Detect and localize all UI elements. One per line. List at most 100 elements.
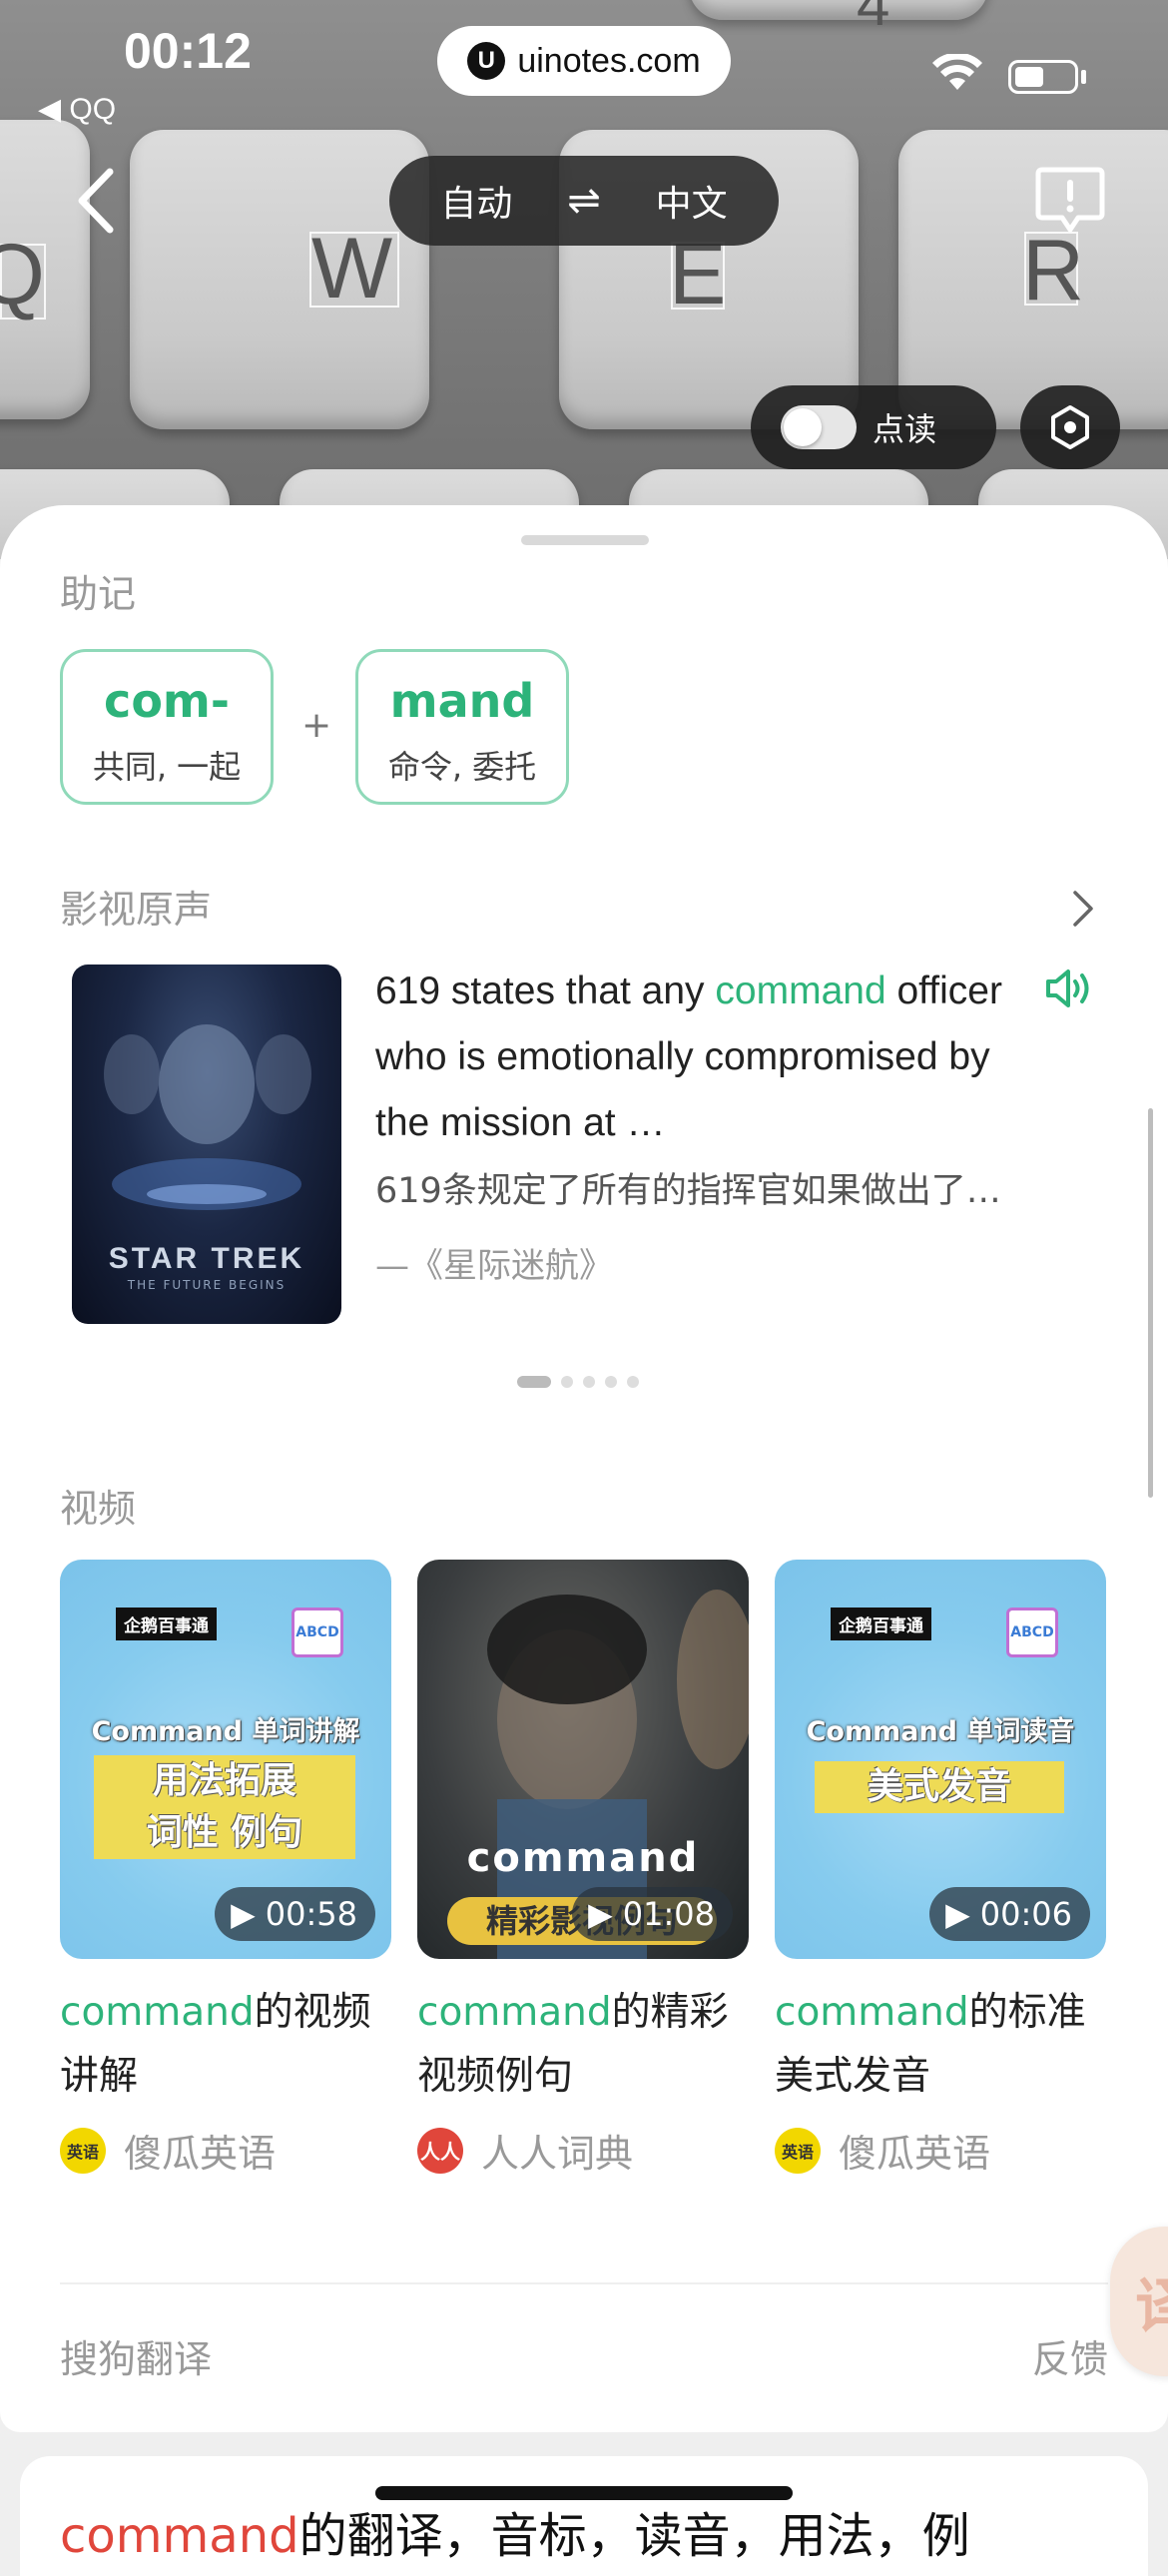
status-time: 00:12 bbox=[124, 23, 252, 79]
source-logo-icon: 英语 bbox=[60, 2127, 106, 2174]
thumbnail-highlight-line: 词性 例句 bbox=[146, 1812, 303, 1853]
video-title-keyword: command bbox=[417, 1990, 612, 2035]
abcd-icon: ABCD bbox=[292, 1608, 343, 1657]
source-language[interactable]: 自动 bbox=[440, 175, 512, 227]
quote-chinese: 619条规定了所有的指挥官如果做出了… bbox=[375, 1171, 1001, 1211]
feedback-link[interactable]: 反馈 bbox=[1032, 2328, 1108, 2383]
quote-english[interactable]: 619 states that any command officer who … bbox=[375, 959, 1034, 1156]
film-quote-title: 影视原声 bbox=[60, 888, 213, 932]
morpheme-root: com- bbox=[104, 674, 230, 728]
video-title[interactable]: command的视频讲解 bbox=[60, 1981, 391, 2109]
site-logo-icon: U bbox=[467, 42, 506, 80]
read-aloud-switch[interactable] bbox=[781, 405, 857, 449]
back-chevron-icon[interactable] bbox=[72, 166, 122, 236]
key-label-r: R bbox=[1022, 223, 1085, 319]
thumbnail-brand: 企鹅百事通 bbox=[116, 1608, 217, 1640]
thumbnail-highlight: 美式发音 bbox=[815, 1761, 1064, 1813]
scrollbar[interactable] bbox=[1148, 1108, 1153, 1498]
morpheme-meaning: 共同, 一起 bbox=[92, 748, 242, 786]
duration-text: 01:08 bbox=[622, 1895, 715, 1933]
video-card[interactable]: command 精彩影视例句 ▶ 01:08 command的精彩视频例句 人人… bbox=[417, 1560, 749, 2178]
carousel-dot[interactable] bbox=[605, 1376, 617, 1388]
source-name: 傻瓜英语 bbox=[839, 2132, 991, 2176]
abcd-icon: ABCD bbox=[1006, 1608, 1058, 1657]
thumbnail-highlight-line: 用法拓展 bbox=[152, 1760, 296, 1801]
video-card[interactable]: 企鹅百事通 ABCD Command 单词读音 美式发音 ▶ 00:06 com… bbox=[775, 1560, 1106, 2178]
morpheme-meaning: 命令, 委托 bbox=[387, 748, 537, 786]
source-logo-icon: 人人 bbox=[417, 2127, 463, 2174]
status-bar: 00:12 ◀ QQ U uinotes.com bbox=[0, 0, 1168, 140]
movie-poster[interactable]: STAR TREK THE FUTURE BEGINS bbox=[72, 965, 341, 1324]
next-result-title[interactable]: command的翻译，音标，读音，用法，例 bbox=[60, 2496, 970, 2566]
language-switcher[interactable]: 自动 ⇌ 中文 bbox=[389, 156, 779, 246]
camera-settings-button[interactable] bbox=[1020, 385, 1120, 469]
url-badge: U uinotes.com bbox=[437, 26, 731, 96]
thumbnail-caption: Command 单词读音 bbox=[806, 1716, 1075, 1747]
mnemonic-title: 助记 bbox=[60, 572, 137, 616]
chevron-right-icon[interactable] bbox=[1070, 889, 1096, 929]
sheet-drag-handle[interactable] bbox=[521, 535, 649, 545]
next-result-keyword: command bbox=[60, 2508, 299, 2564]
divider bbox=[60, 2282, 1108, 2284]
video-thumbnail[interactable]: 企鹅百事通 ABCD Command 单词读音 美式发音 ▶ 00:06 bbox=[775, 1560, 1106, 1959]
battery-icon bbox=[1008, 60, 1078, 94]
morpheme-root: mand bbox=[389, 674, 535, 728]
poster-subtitle: THE FUTURE BEGINS bbox=[127, 1278, 287, 1292]
play-icon: ▶ bbox=[588, 1895, 613, 1933]
morpheme-card[interactable]: mand 命令, 委托 bbox=[355, 649, 569, 805]
carousel-dot[interactable] bbox=[583, 1376, 595, 1388]
read-aloud-label: 点读 bbox=[873, 410, 937, 448]
carousel-dot-active[interactable] bbox=[517, 1376, 551, 1388]
plus-sign: + bbox=[301, 705, 332, 746]
source-logo-icon: 英语 bbox=[775, 2127, 821, 2174]
key-label-w: W bbox=[311, 221, 393, 317]
thumbnail-caption: Command 单词讲解 bbox=[91, 1716, 360, 1747]
key-label-q: Q bbox=[0, 227, 45, 322]
video-card[interactable]: 企鹅百事通 ABCD Command 单词讲解 用法拓展 词性 例句 ▶ 00:… bbox=[60, 1560, 391, 2178]
next-result-text: 的翻译，音标，读音，用法，例 bbox=[298, 2508, 970, 2564]
video-duration: ▶ 00:58 bbox=[215, 1887, 375, 1941]
read-aloud-toggle[interactable]: 点读 bbox=[751, 385, 996, 469]
report-icon[interactable] bbox=[1034, 164, 1106, 236]
sogou-translate-label: 搜狗翻译 bbox=[60, 2337, 213, 2381]
thumbnail-brand: 企鹅百事通 bbox=[831, 1608, 931, 1640]
video-duration: ▶ 00:06 bbox=[929, 1887, 1090, 1941]
hexagon-settings-icon bbox=[1051, 405, 1089, 449]
video-title[interactable]: command的标准美式发音 bbox=[775, 1981, 1106, 2109]
wifi-icon bbox=[932, 54, 982, 90]
quote-source: —《星际迷航》 bbox=[375, 1246, 613, 1286]
video-source[interactable]: 人人 人人词典 bbox=[417, 2123, 749, 2178]
quote-text: 619 states that any bbox=[375, 969, 716, 1012]
video-source[interactable]: 英语 傻瓜英语 bbox=[775, 2123, 1106, 2178]
carousel-dot[interactable] bbox=[627, 1376, 639, 1388]
back-to-app-link[interactable]: ◀ QQ bbox=[38, 92, 116, 127]
duration-text: 00:58 bbox=[265, 1895, 357, 1933]
swap-languages-icon[interactable]: ⇌ bbox=[567, 178, 601, 224]
play-icon: ▶ bbox=[231, 1895, 256, 1933]
video-thumbnail[interactable]: command 精彩影视例句 ▶ 01:08 bbox=[417, 1560, 749, 1959]
speaker-icon[interactable] bbox=[1044, 966, 1094, 1010]
video-title-keyword: command bbox=[60, 1990, 255, 2035]
video-thumbnail[interactable]: 企鹅百事通 ABCD Command 单词讲解 用法拓展 词性 例句 ▶ 00:… bbox=[60, 1560, 391, 1959]
poster-title: STAR TREK bbox=[108, 1242, 305, 1275]
thumbnail-caption: command bbox=[466, 1835, 700, 1881]
source-name: 傻瓜英语 bbox=[124, 2132, 277, 2176]
carousel-dot[interactable] bbox=[561, 1376, 573, 1388]
url-text: uinotes.com bbox=[517, 41, 701, 80]
thumbnail-highlight: 用法拓展 词性 例句 bbox=[94, 1755, 355, 1859]
battery-tip bbox=[1081, 70, 1086, 84]
videos-title: 视频 bbox=[60, 1487, 137, 1531]
duration-text: 00:06 bbox=[979, 1895, 1072, 1933]
video-title[interactable]: command的精彩视频例句 bbox=[417, 1981, 749, 2109]
video-title-keyword: command bbox=[775, 1990, 969, 2035]
carousel-dots bbox=[517, 1376, 639, 1388]
target-language[interactable]: 中文 bbox=[656, 175, 728, 227]
quote-keyword: command bbox=[715, 969, 886, 1012]
video-duration: ▶ 01:08 bbox=[572, 1887, 733, 1941]
result-sheet: 助记 com- 共同, 一起 + mand 命令, 委托 影视原声 STAR T… bbox=[0, 505, 1168, 2432]
morpheme-card[interactable]: com- 共同, 一起 bbox=[60, 649, 274, 805]
play-icon: ▶ bbox=[945, 1895, 970, 1933]
video-source[interactable]: 英语 傻瓜英语 bbox=[60, 2123, 391, 2178]
source-name: 人人词典 bbox=[481, 2132, 634, 2176]
home-indicator[interactable] bbox=[375, 2486, 793, 2500]
